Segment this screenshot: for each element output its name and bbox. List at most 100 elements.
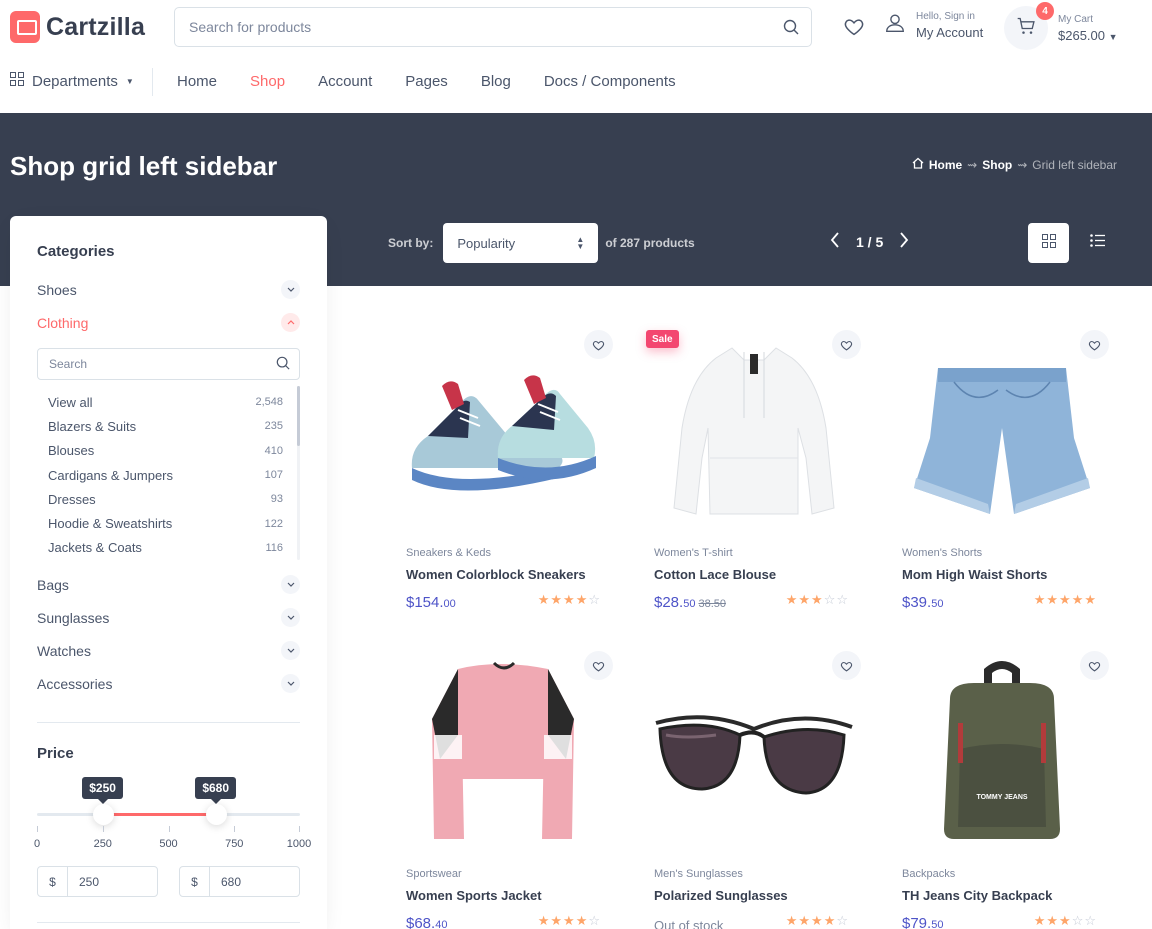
subcategory-item[interactable]: Jackets & Coats 116 xyxy=(48,536,283,560)
product-rating: ★★★★☆ xyxy=(537,592,601,607)
brand-logo[interactable]: Cartzilla xyxy=(10,11,145,43)
subcategory-search-input[interactable] xyxy=(49,357,269,371)
product-rating: ★★★☆☆ xyxy=(785,592,849,607)
nav-blog[interactable]: Blog xyxy=(481,73,511,90)
caret-down-icon: ▼ xyxy=(125,76,134,86)
product-image-sweater[interactable] xyxy=(398,639,613,854)
next-page-icon[interactable] xyxy=(899,232,909,251)
subcategory-scrollbar[interactable] xyxy=(297,386,300,560)
grid-view-button[interactable] xyxy=(1028,223,1069,263)
breadcrumb-home[interactable]: Home xyxy=(929,158,962,172)
add-to-wishlist-button[interactable] xyxy=(1080,330,1109,359)
divider xyxy=(37,722,300,723)
product-image-shorts[interactable] xyxy=(894,318,1109,533)
subcategory-item[interactable]: Blazers & Suits 235 xyxy=(48,414,283,438)
product-image-sunglasses[interactable] xyxy=(646,639,861,854)
product-name[interactable]: Cotton Lace Blouse xyxy=(654,567,776,582)
price-max-handle[interactable] xyxy=(205,804,227,825)
product-name[interactable]: Women Sports Jacket xyxy=(406,888,542,903)
add-to-wishlist-button[interactable] xyxy=(832,330,861,359)
chevron-down-icon xyxy=(281,575,300,594)
subcategory-label: Blouses xyxy=(48,443,95,459)
subcategory-item[interactable]: Cardigans & Jumpers 107 xyxy=(48,463,283,487)
product-image-sneakers[interactable] xyxy=(398,318,613,533)
price-min-handle[interactable] xyxy=(92,804,114,825)
cart-label: My Cart xyxy=(1058,13,1093,25)
price-min-value[interactable]: 250 xyxy=(68,867,157,896)
category-clothing[interactable]: Clothing xyxy=(37,313,300,332)
price-min-field[interactable]: $ 250 xyxy=(37,866,158,897)
product-category[interactable]: Women's Shorts xyxy=(902,547,982,559)
price-max-field[interactable]: $ 680 xyxy=(179,866,300,897)
search-icon[interactable] xyxy=(783,19,799,40)
product-rating: ★★★☆☆ xyxy=(1033,913,1097,928)
list-view-button[interactable] xyxy=(1082,225,1112,261)
nav-account[interactable]: Account xyxy=(318,73,372,90)
wishlist-heart-icon[interactable] xyxy=(843,16,865,43)
product-image-backpack[interactable]: TOMMY JEANS xyxy=(894,639,1109,854)
category-label: Clothing xyxy=(37,314,89,331)
subcategory-item[interactable]: Dresses 93 xyxy=(48,487,283,511)
category-sunglasses[interactable]: Sunglasses xyxy=(37,608,300,627)
departments-label: Departments xyxy=(32,72,118,90)
price-max-value[interactable]: 680 xyxy=(210,867,299,896)
nav-shop[interactable]: Shop xyxy=(250,73,285,90)
product-category[interactable]: Women's T-shirt xyxy=(654,547,733,559)
subcategory-item[interactable]: View all 2,548 xyxy=(48,390,283,414)
breadcrumb-current: Grid left sidebar xyxy=(1032,157,1117,172)
subcategory-item[interactable]: Hoodie & Sweatshirts 122 xyxy=(48,511,283,535)
product-category[interactable]: Sneakers & Keds xyxy=(406,547,491,559)
product-image-blouse[interactable] xyxy=(646,318,861,533)
add-to-wishlist-button[interactable] xyxy=(1080,651,1109,680)
add-to-wishlist-button[interactable] xyxy=(584,651,613,680)
product-name[interactable]: Mom High Waist Shorts xyxy=(902,567,1047,582)
cart-button[interactable]: 4 xyxy=(1004,2,1054,50)
category-watches[interactable]: Watches xyxy=(37,641,300,660)
product-name[interactable]: Polarized Sunglasses xyxy=(654,888,788,903)
nav-divider xyxy=(152,68,153,96)
product-name[interactable]: Women Colorblock Sneakers xyxy=(406,567,586,582)
subcategory-count: 116 xyxy=(265,541,283,554)
add-to-wishlist-button[interactable] xyxy=(584,330,613,359)
subcategory-count: 410 xyxy=(264,444,283,457)
prev-page-icon[interactable] xyxy=(830,232,840,251)
product-price: $39.50 xyxy=(902,594,944,611)
sort-value: Popularity xyxy=(457,235,516,251)
nav-home[interactable]: Home xyxy=(177,73,217,90)
sort-select[interactable]: Popularity ▲ ▼ xyxy=(443,223,599,263)
price-scale: 0 250 500 750 1000 xyxy=(34,826,311,850)
scale-tick xyxy=(102,826,104,832)
category-shoes[interactable]: Shoes xyxy=(37,280,300,299)
product-price: $28.50 38.50 xyxy=(654,594,726,611)
subcategory-item[interactable]: Blouses 410 xyxy=(48,439,283,463)
product-name[interactable]: TH Jeans City Backpack xyxy=(902,888,1052,903)
nav-docs[interactable]: Docs / Components xyxy=(544,73,676,90)
scale-tick xyxy=(234,826,236,832)
nav-pages[interactable]: Pages xyxy=(405,73,448,90)
nav-links: Home Shop Account Pages Blog Docs / Comp… xyxy=(177,73,676,90)
cart-icon xyxy=(1016,16,1036,41)
category-bags[interactable]: Bags xyxy=(37,575,300,594)
scrollbar-thumb[interactable] xyxy=(297,386,300,446)
scale-label: 500 xyxy=(159,838,178,850)
departments-menu[interactable]: Departments ▼ xyxy=(10,72,134,90)
price-range-slider[interactable]: $250 $680 xyxy=(37,777,300,825)
breadcrumb-shop[interactable]: Shop xyxy=(982,158,1012,172)
category-label: Bags xyxy=(37,576,69,593)
subcategory-label: Jackets & Coats xyxy=(48,540,142,556)
search-input[interactable] xyxy=(189,19,769,35)
product-category[interactable]: Backpacks xyxy=(902,868,955,880)
breadcrumb-separator-icon: ⇝ xyxy=(967,157,978,172)
product-category[interactable]: Sportswear xyxy=(406,868,462,880)
category-accessories[interactable]: Accessories xyxy=(37,674,300,693)
sort-toolbar: Sort by: Popularity ▲ ▼ of 287 products xyxy=(388,223,695,263)
chevron-down-icon xyxy=(281,641,300,660)
cart-link[interactable]: 4 My Cart $265.00 ▼ xyxy=(1004,2,1118,50)
scale-tick xyxy=(168,826,170,832)
account-greeting: Hello, Sign in xyxy=(916,11,975,22)
search-icon xyxy=(276,356,290,375)
product-category[interactable]: Men's Sunglasses xyxy=(654,868,743,880)
add-to-wishlist-button[interactable] xyxy=(832,651,861,680)
account-link[interactable]: Hello, Sign in My Account xyxy=(884,11,983,40)
subcategory-label: Blazers & Suits xyxy=(48,418,137,434)
